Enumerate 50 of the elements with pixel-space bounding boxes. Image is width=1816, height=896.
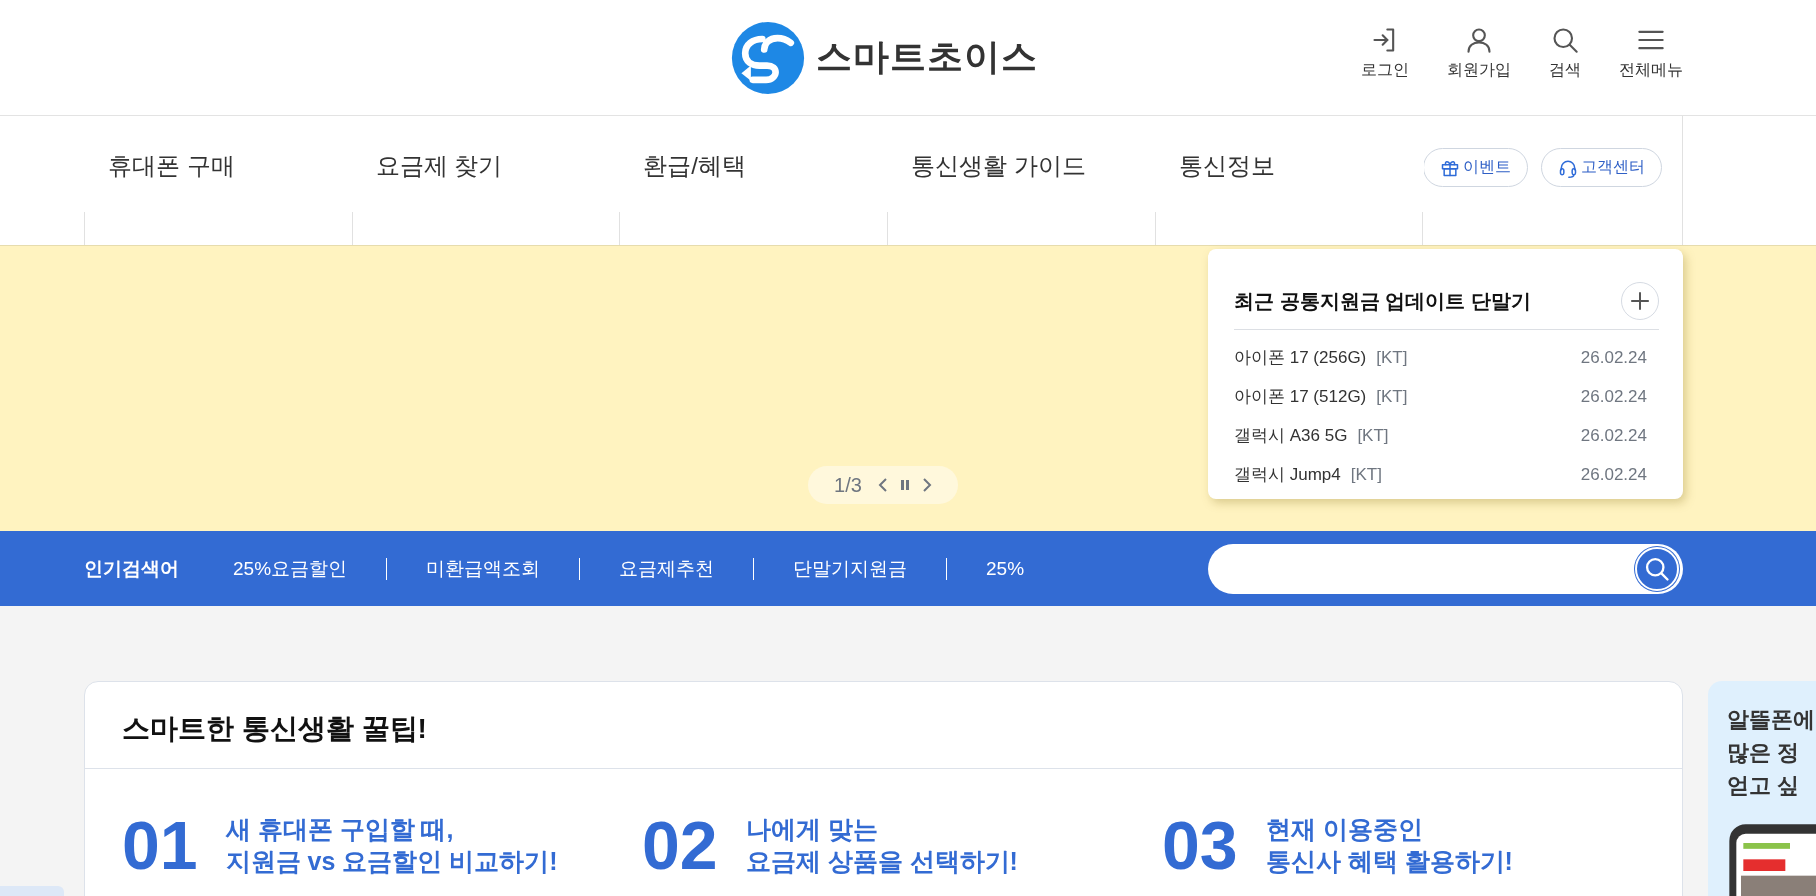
carrier-label: [KT] <box>1376 347 1408 368</box>
logo-icon <box>729 19 806 96</box>
card-title: 최근 공통지원금 업데이트 단말기 <box>1234 288 1531 314</box>
support-button[interactable]: 고객센터 <box>1541 148 1663 187</box>
utility-link[interactable]: 검색 <box>1549 26 1581 81</box>
nav-menu-item[interactable]: 환급/혜택 <box>643 152 746 179</box>
tip-link[interactable]: 현재 이용중인 통신사 혜택 활용하기! <box>1265 812 1513 878</box>
promo-card[interactable]: 알뜰폰에 많은 정 얻고 싶 <box>1708 681 1816 896</box>
event-button[interactable]: 이벤트 <box>1423 148 1529 187</box>
carrier-label: [KT] <box>1376 386 1408 407</box>
popular-search-title: 인기검색어 <box>84 556 180 581</box>
tip-link[interactable]: 나에게 맞는 요금제 상품을 선택하기! <box>745 812 1018 878</box>
carrier-label: [KT] <box>1350 464 1382 485</box>
search-button[interactable] <box>1635 546 1679 591</box>
popular-search-term[interactable]: 25%요금할인 <box>233 555 387 582</box>
logo-text: 스마트초이스 <box>815 35 1038 79</box>
pause-icon[interactable] <box>899 477 910 493</box>
nav-menu-item[interactable]: 통신정보 <box>1178 152 1275 179</box>
utility-link[interactable]: 회원가입 <box>1447 26 1511 81</box>
update-date: 26.02.24 <box>1580 464 1647 485</box>
carrier-label: [KT] <box>1357 425 1389 446</box>
nav-menu-item[interactable]: 요금제 찾기 <box>375 152 503 179</box>
utility-link[interactable]: 전체메뉴 <box>1619 26 1683 81</box>
next-icon[interactable] <box>921 477 932 493</box>
update-date: 26.02.24 <box>1580 386 1647 407</box>
section-title: 스마트한 통신생활 꿀팁! <box>85 682 1682 769</box>
utility-link[interactable]: 로그인 <box>1361 26 1409 81</box>
update-date: 26.02.24 <box>1580 425 1647 446</box>
device-link[interactable]: 아이폰 17 (512G) <box>1234 385 1367 408</box>
person-icon <box>1465 26 1493 54</box>
promo-text: 알뜰폰에 많은 정 얻고 싶 <box>1727 706 1816 800</box>
popular-search-term[interactable]: 요금제추천 <box>580 555 754 582</box>
slide-counter: 1/3 <box>834 473 862 497</box>
tip-number: 01 <box>122 811 198 879</box>
update-date: 26.02.24 <box>1580 347 1647 368</box>
search-field[interactable] <box>1208 543 1683 594</box>
nav-menu-item[interactable]: 통신생활 가이드 <box>911 152 1086 179</box>
popular-search-term[interactable]: 단말기지원금 <box>754 555 947 582</box>
device-link[interactable]: 아이폰 17 (256G) <box>1234 346 1367 369</box>
nav-menu-item[interactable]: 휴대폰 구매 <box>108 152 235 179</box>
tip-number: 03 <box>1162 811 1238 879</box>
logo[interactable]: 스마트초이스 <box>729 19 1038 96</box>
search-icon <box>1551 26 1579 54</box>
popular-search-term[interactable]: 25% <box>947 557 1064 580</box>
tip-number: 02 <box>642 811 718 879</box>
popular-search-term[interactable]: 미환급액조회 <box>387 555 580 582</box>
tip-link[interactable]: 새 휴대폰 구입할 때, 지원금 vs 요금할인 비교하기! <box>225 812 558 878</box>
device-link[interactable]: 갤럭시 A36 5G <box>1234 424 1348 447</box>
device-link[interactable]: 갤럭시 Jump4 <box>1234 463 1341 486</box>
previous-icon[interactable] <box>877 477 888 493</box>
